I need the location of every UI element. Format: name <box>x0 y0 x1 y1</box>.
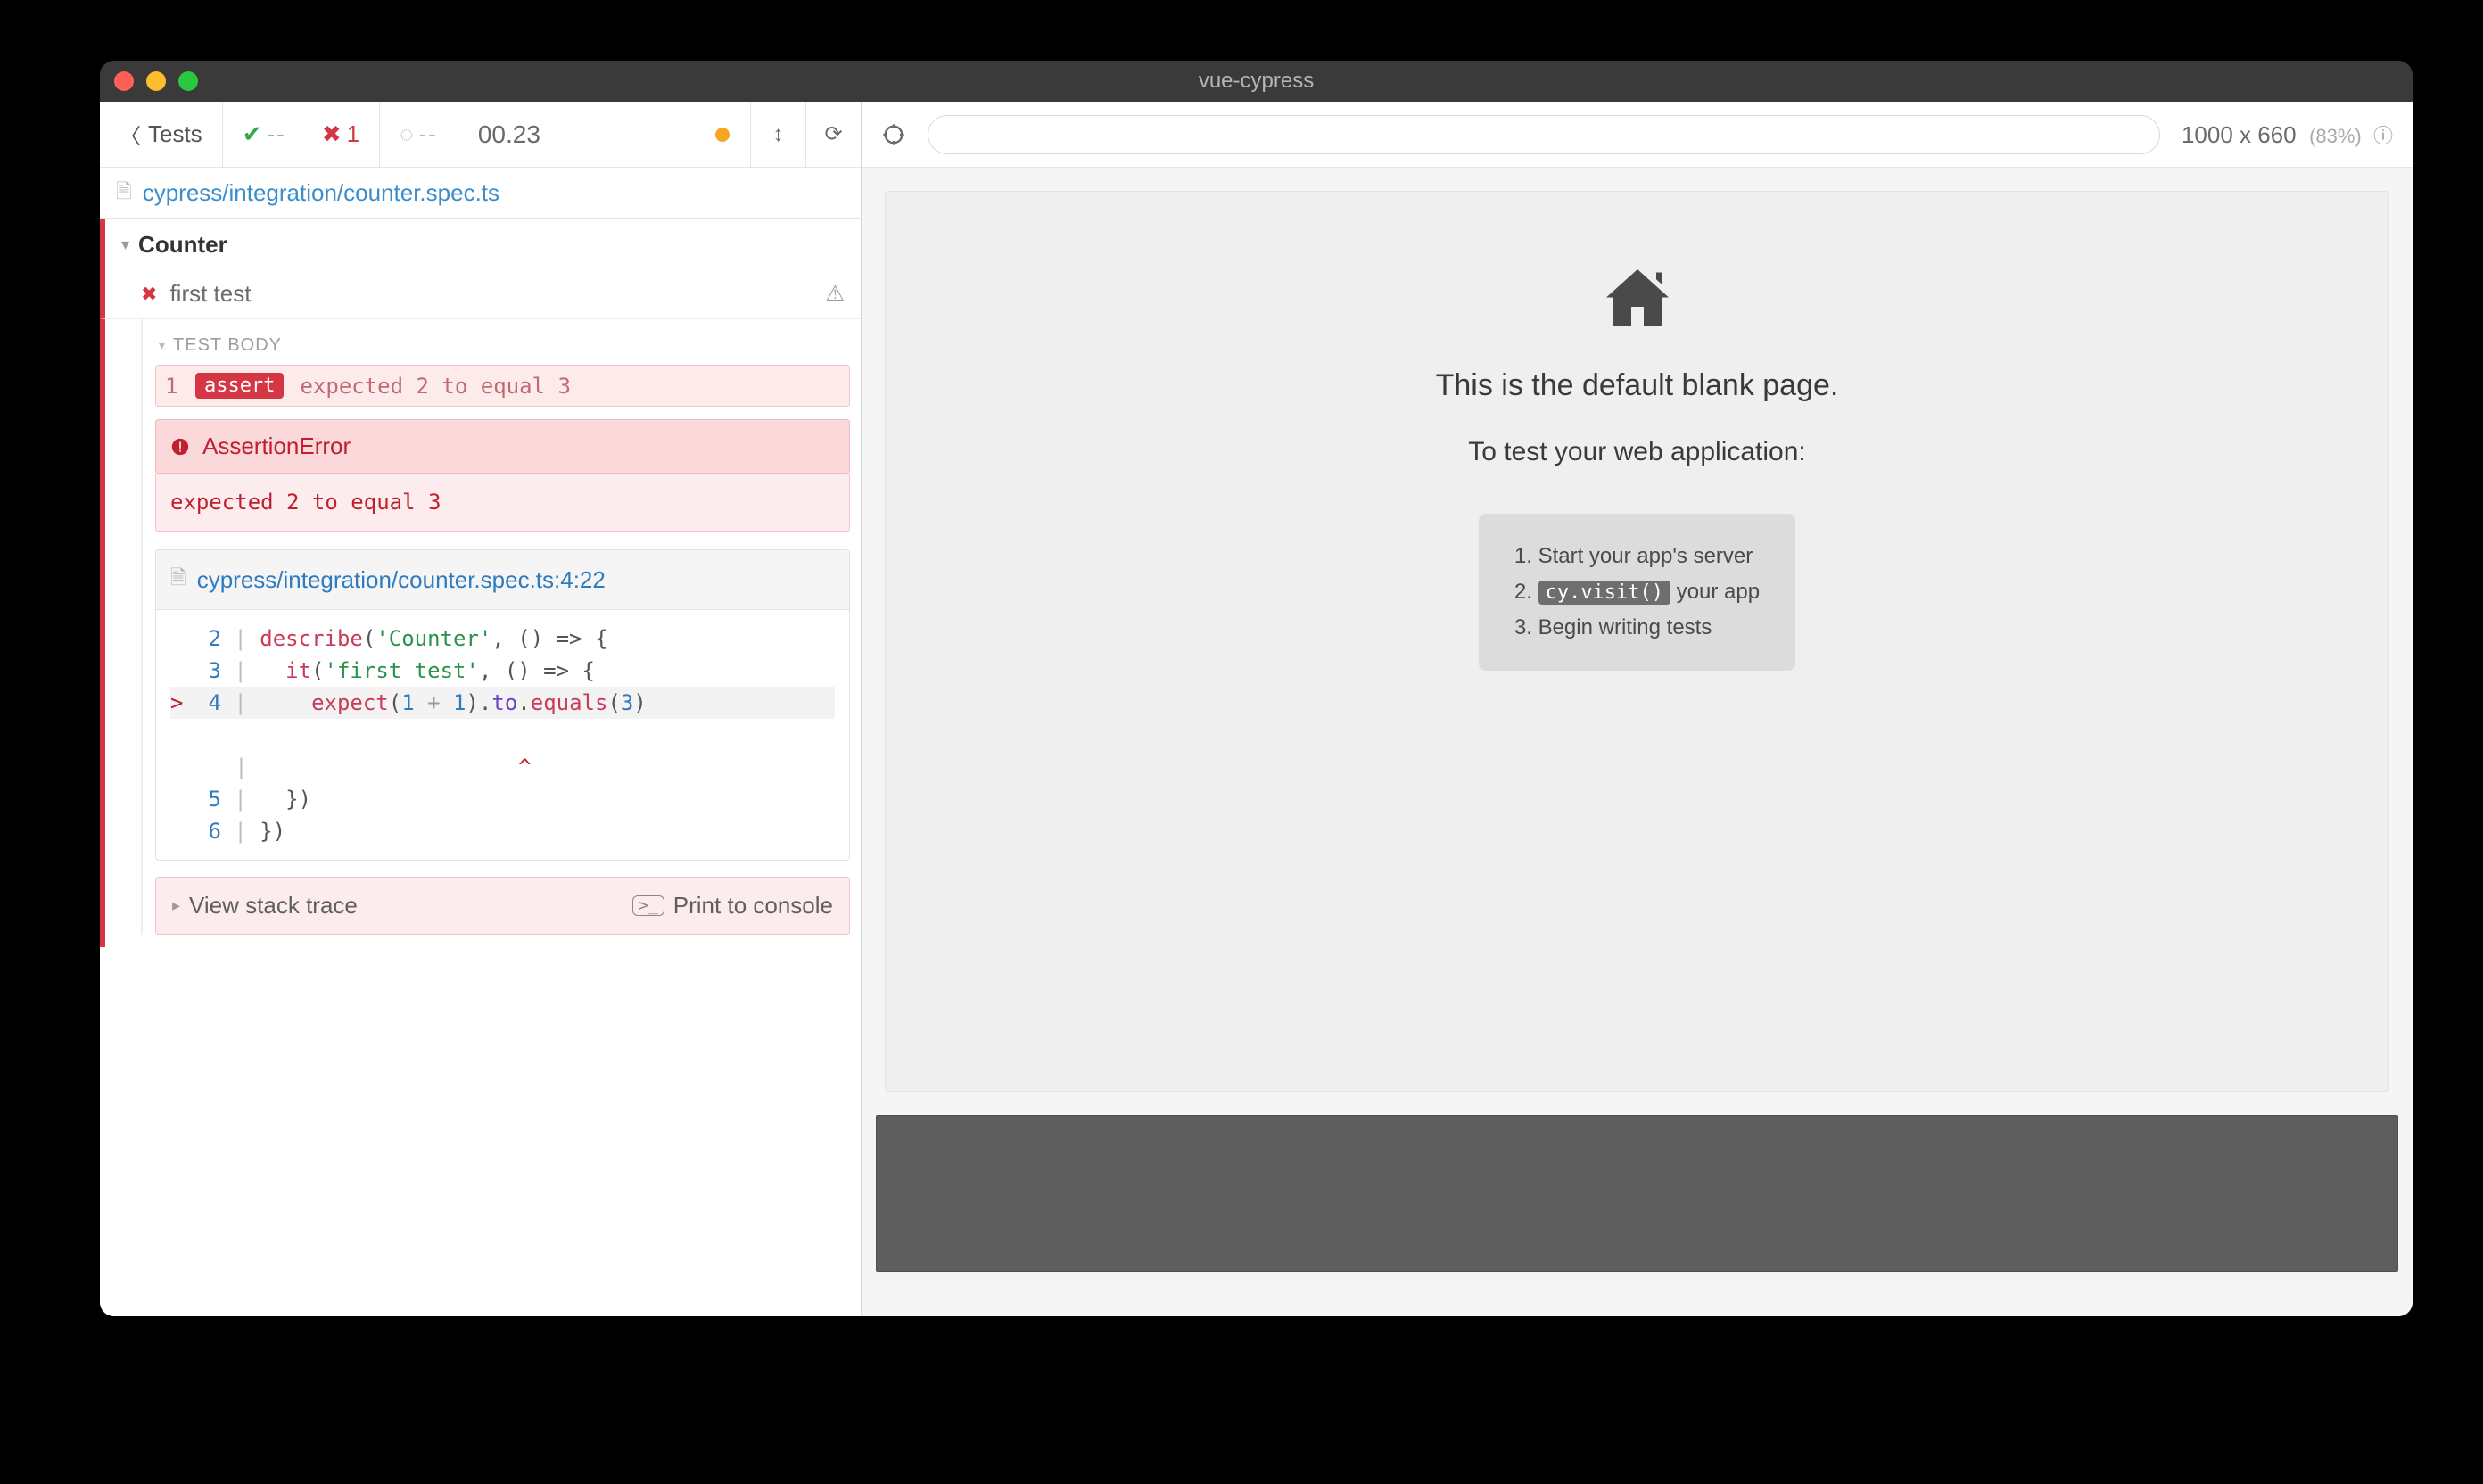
info-icon: ⓘ <box>2373 125 2393 147</box>
suite-name: Counter <box>138 231 227 259</box>
failed-count: 1 <box>347 120 359 148</box>
error-source: 🗎 cypress/integration/counter.spec.ts:4:… <box>155 549 850 861</box>
view-stack-trace[interactable]: View stack trace <box>189 892 358 919</box>
assert-badge: assert <box>195 373 284 399</box>
command-assert-row[interactable]: 1 assert expected 2 to equal 3 <box>155 365 850 407</box>
minimize-window-button[interactable] <box>146 71 166 91</box>
cy-visit-code: cy.visit() <box>1538 581 1670 605</box>
aut-bottom-strip <box>876 1115 2398 1272</box>
reload-icon: ⟳ <box>824 121 842 147</box>
viewport-info[interactable]: 1000 x 660 (83%) ⓘ <box>2182 120 2393 149</box>
test-body-label: TEST BODY <box>173 335 282 356</box>
print-to-console-label: Print to console <box>673 892 833 919</box>
suite-header[interactable]: ▾ Counter <box>100 219 861 269</box>
passed-count: -- <box>267 120 285 148</box>
error-banner: AssertionError <box>155 419 850 474</box>
duration: 00.23 <box>478 120 540 149</box>
error-title: AssertionError <box>202 433 351 460</box>
viewport-dims: 1000 x 660 <box>2182 121 2297 148</box>
code-frame: 2 | describe('Counter', () => { 3 | it('… <box>156 610 849 860</box>
stats-cell: ✔ -- ✖ 1 <box>223 102 380 167</box>
error-footer: ▸ View stack trace >_ Print to console <box>155 877 850 935</box>
chevron-left-icon: 〈 <box>120 119 141 150</box>
getting-started-steps: Start your app's server cy.visit() your … <box>1479 514 1795 671</box>
error-icon <box>170 437 190 457</box>
step-1: Start your app's server <box>1514 539 1760 574</box>
error-message: expected 2 to equal 3 <box>155 474 850 532</box>
pending-count: -- <box>419 120 438 148</box>
pending-stat: ◌ -- <box>380 102 458 167</box>
test-row[interactable]: ✖ first test ⚠ <box>100 269 861 319</box>
aut-iframe: This is the default blank page. To test … <box>885 191 2389 1092</box>
step-3: Begin writing tests <box>1514 610 1760 646</box>
failed-stat: ✖ 1 <box>322 120 359 148</box>
duration-stat: 00.23 <box>458 102 560 167</box>
spec-path: cypress/integration/counter.spec.ts <box>143 179 499 207</box>
window-titlebar: vue-cypress <box>100 61 2413 102</box>
error-source-link[interactable]: 🗎 cypress/integration/counter.spec.ts:4:… <box>156 550 849 610</box>
traffic-lights <box>114 71 198 91</box>
aut-panel: 1000 x 660 (83%) ⓘ This is the default b… <box>862 102 2413 1316</box>
source-path: cypress/integration/counter.spec.ts:4:22 <box>197 566 606 594</box>
viewport-pct: (83%) <box>2309 125 2362 147</box>
pending-icon: ◌ <box>400 120 413 148</box>
collapse-toggle[interactable]: ↕ <box>750 102 805 167</box>
passed-stat: ✔ -- <box>243 120 286 148</box>
tests-back-button[interactable]: 〈 Tests <box>100 102 223 167</box>
test-panel: ▾ TEST BODY 1 assert expected 2 to equal… <box>100 319 861 947</box>
aut-toolbar: 1000 x 660 (83%) ⓘ <box>862 102 2413 168</box>
warning-icon: ⚠ <box>825 281 845 307</box>
terminal-icon: >_ <box>632 895 664 916</box>
reporter-panel: 〈 Tests ✔ -- ✖ 1 ◌ -- <box>100 102 862 1316</box>
check-icon: ✔ <box>243 120 262 148</box>
reporter-toolbar: 〈 Tests ✔ -- ✖ 1 ◌ -- <box>100 102 861 168</box>
assert-message: expected 2 to equal 3 <box>300 374 570 399</box>
command-index: 1 <box>165 374 179 399</box>
home-icon <box>1600 263 1675 338</box>
tests-label: Tests <box>148 120 202 148</box>
print-to-console[interactable]: >_ Print to console <box>632 892 833 919</box>
spec-file-bar[interactable]: 🗎 cypress/integration/counter.spec.ts <box>100 168 861 219</box>
chevron-down-icon: ▾ <box>159 338 166 353</box>
x-icon: ✖ <box>322 120 342 148</box>
blank-page-sub: To test your web application: <box>1468 437 1806 467</box>
step-2: cy.visit() your app <box>1514 574 1760 610</box>
close-window-button[interactable] <box>114 71 134 91</box>
file-icon: 🗎 <box>170 563 186 597</box>
zoom-window-button[interactable] <box>178 71 198 91</box>
orange-dot-icon <box>715 128 730 142</box>
file-icon: 🗎 <box>116 177 132 210</box>
rerun-button[interactable]: ⟳ <box>805 102 861 167</box>
app-window: vue-cypress 〈 Tests ✔ -- ✖ 1 <box>100 61 2413 1316</box>
selector-playground-button[interactable] <box>881 122 906 147</box>
test-body-header[interactable]: ▾ TEST BODY <box>155 319 850 365</box>
failed-icon: ✖ <box>141 283 157 306</box>
auto-scroll-toggle[interactable] <box>695 102 750 167</box>
blank-page-heading: This is the default blank page. <box>1436 368 1839 403</box>
chevron-right-icon: ▸ <box>172 896 180 915</box>
window-title: vue-cypress <box>100 69 2413 94</box>
chevron-down-icon: ▾ <box>121 235 129 254</box>
arrows-vertical-icon: ↕ <box>773 122 784 147</box>
url-input[interactable] <box>928 115 2160 154</box>
test-name: first test <box>169 280 251 308</box>
